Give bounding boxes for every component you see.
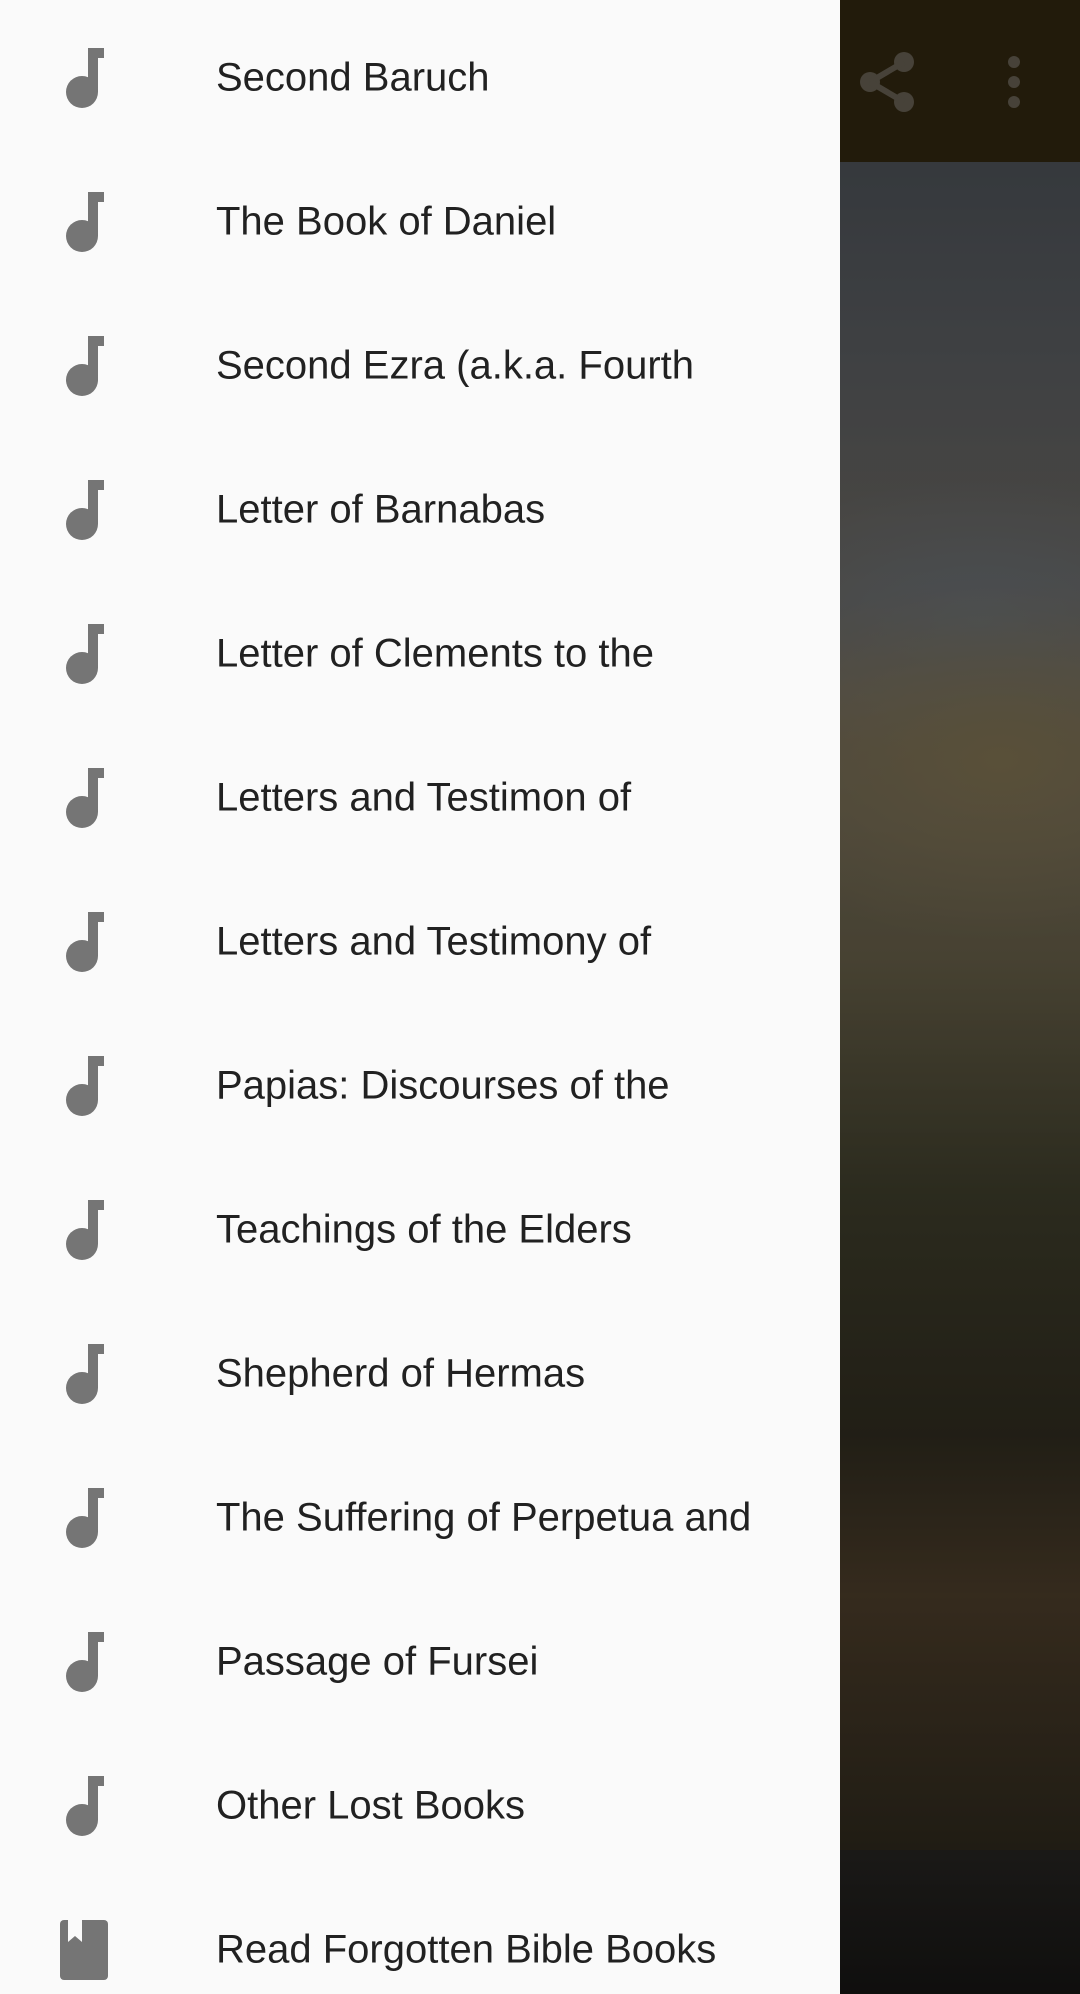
drawer-item-letter-of-barnabas[interactable]: Letter of Barnabas xyxy=(0,438,840,582)
drawer-item-label: Papias: Discourses of the xyxy=(216,1063,670,1108)
drawer-item-label: Second Baruch xyxy=(216,55,490,100)
music-note-icon xyxy=(60,1776,108,1836)
music-note-icon xyxy=(60,1488,108,1548)
drawer-item-suffering-of-perpetua[interactable]: The Suffering of Perpetua and xyxy=(0,1446,840,1590)
music-note-icon xyxy=(60,1056,108,1116)
music-note-icon xyxy=(60,48,108,108)
drawer-item-other-lost-books[interactable]: Other Lost Books xyxy=(0,1734,840,1878)
drawer-item-label: Second Ezra (a.k.a. Fourth xyxy=(216,343,695,388)
drawer-item-letters-and-testimon[interactable]: Letters and Testimon of xyxy=(0,726,840,870)
drawer-item-second-ezra[interactable]: Second Ezra (a.k.a. Fourth xyxy=(0,294,840,438)
music-note-icon xyxy=(60,1200,108,1260)
drawer-item-passage-of-fursei[interactable]: Passage of Fursei xyxy=(0,1590,840,1734)
music-note-icon xyxy=(60,336,108,396)
drawer-item-teachings-of-the-elders[interactable]: Teachings of the Elders xyxy=(0,1158,840,1302)
music-note-icon xyxy=(60,624,108,684)
music-note-icon xyxy=(60,1344,108,1404)
music-note-icon xyxy=(60,192,108,252)
music-note-icon xyxy=(60,768,108,828)
drawer-item-label: Other Lost Books xyxy=(216,1783,526,1828)
drawer-item-letters-and-testimony[interactable]: Letters and Testimony of xyxy=(0,870,840,1014)
music-note-icon xyxy=(60,480,108,540)
navigation-drawer: Second Baruch The Book of Daniel Second … xyxy=(0,0,840,1994)
music-note-icon xyxy=(60,1632,108,1692)
drawer-item-label: Letters and Testimony of xyxy=(216,919,652,964)
music-note-icon xyxy=(60,912,108,972)
drawer-item-second-baruch[interactable]: Second Baruch xyxy=(0,6,840,150)
drawer-item-the-book-of-daniel[interactable]: The Book of Daniel xyxy=(0,150,840,294)
drawer-item-read-forgotten-bible-books[interactable]: Read Forgotten Bible Books xyxy=(0,1878,840,1994)
drawer-item-letter-of-clements[interactable]: Letter of Clements to the xyxy=(0,582,840,726)
drawer-item-label: The Book of Daniel xyxy=(216,199,557,244)
drawer-item-label: Letter of Barnabas xyxy=(216,487,546,532)
drawer-item-shepherd-of-hermas[interactable]: Shepherd of Hermas xyxy=(0,1302,840,1446)
drawer-item-label: Teachings of the Elders xyxy=(216,1207,632,1252)
drawer-item-papias[interactable]: Papias: Discourses of the xyxy=(0,1014,840,1158)
drawer-item-label: Read Forgotten Bible Books xyxy=(216,1927,717,1972)
drawer-item-label: The Suffering of Perpetua and xyxy=(216,1495,752,1540)
book-icon xyxy=(60,1920,108,1980)
drawer-item-label: Passage of Fursei xyxy=(216,1639,539,1684)
drawer-item-label: Letters and Testimon of xyxy=(216,775,632,820)
drawer-item-label: Shepherd of Hermas xyxy=(216,1351,586,1396)
drawer-item-label: Letter of Clements to the xyxy=(216,631,655,676)
